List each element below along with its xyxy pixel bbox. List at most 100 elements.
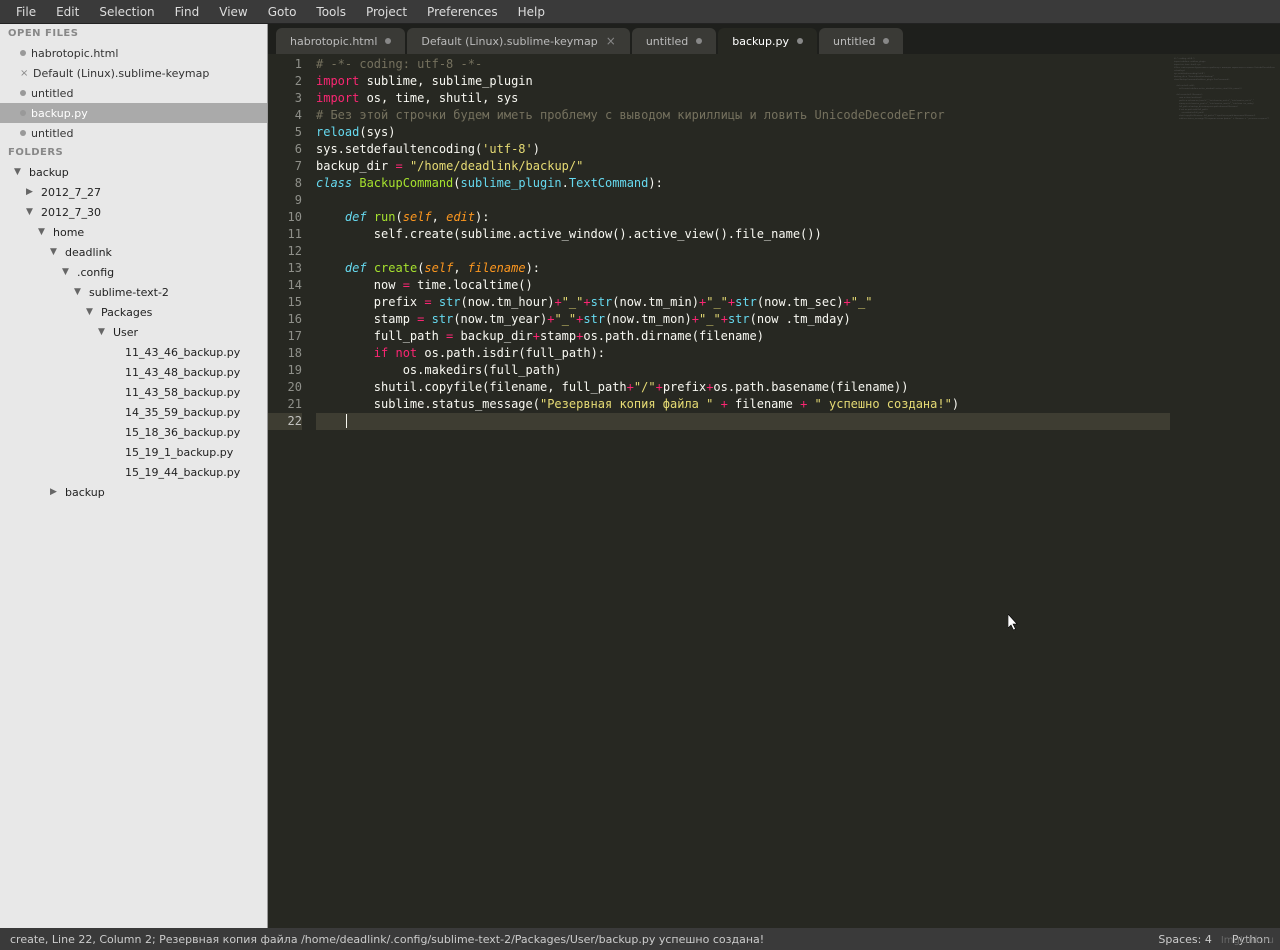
mouse-cursor-icon bbox=[1008, 614, 1020, 636]
menu-edit[interactable]: Edit bbox=[46, 2, 89, 22]
tab-label: backup.py bbox=[732, 35, 789, 48]
file-tree-item[interactable]: 15_19_44_backup.py bbox=[0, 462, 267, 482]
disclosure-icon[interactable]: ▼ bbox=[74, 287, 84, 297]
folder-item[interactable]: ▼ sublime-text-2 bbox=[0, 282, 267, 302]
folder-item[interactable]: ▶ 2012_7_27 bbox=[0, 182, 267, 202]
tab[interactable]: Default (Linux).sublime-keymap× bbox=[407, 28, 629, 54]
disclosure-icon[interactable]: ▼ bbox=[98, 327, 108, 337]
folder-item[interactable]: ▼backup bbox=[0, 162, 267, 182]
open-file-item[interactable]: untitled bbox=[0, 83, 267, 103]
menu-project[interactable]: Project bbox=[356, 2, 417, 22]
file-tree-item[interactable]: 11_43_48_backup.py bbox=[0, 362, 267, 382]
code-line[interactable]: if not os.path.isdir(full_path): bbox=[316, 345, 1170, 362]
close-icon[interactable]: × bbox=[606, 34, 616, 48]
code-line[interactable]: backup_dir = "/home/deadlink/backup/" bbox=[316, 158, 1170, 175]
folder-item[interactable]: ▼2012_7_30 bbox=[0, 202, 267, 222]
status-spaces[interactable]: Spaces: 4 bbox=[1158, 933, 1211, 946]
file-tree-item[interactable]: 15_19_1_backup.py bbox=[0, 442, 267, 462]
line-number: 10 bbox=[268, 209, 302, 226]
disclosure-icon[interactable]: ▼ bbox=[14, 167, 24, 177]
line-number: 20 bbox=[268, 379, 302, 396]
code-line[interactable] bbox=[316, 243, 1170, 260]
disclosure-icon[interactable]: ▼ bbox=[86, 307, 96, 317]
menu-preferences[interactable]: Preferences bbox=[417, 2, 508, 22]
disclosure-icon[interactable]: ▶ bbox=[26, 187, 36, 197]
code-line[interactable]: reload(sys) bbox=[316, 124, 1170, 141]
menu-selection[interactable]: Selection bbox=[89, 2, 164, 22]
tab[interactable]: habrotopic.html bbox=[276, 28, 405, 54]
dirty-dot-icon bbox=[883, 38, 889, 44]
dirty-dot-icon[interactable] bbox=[20, 90, 26, 96]
disclosure-icon[interactable]: ▶ bbox=[50, 487, 60, 497]
open-file-item[interactable]: untitled bbox=[0, 123, 267, 143]
tab[interactable]: untitled bbox=[819, 28, 903, 54]
tree-label: 11_43_48_backup.py bbox=[125, 366, 240, 379]
tab[interactable]: backup.py bbox=[718, 28, 817, 54]
close-icon[interactable]: × bbox=[20, 68, 28, 79]
menu-tools[interactable]: Tools bbox=[306, 2, 356, 22]
code-line[interactable] bbox=[316, 413, 1170, 430]
line-number: 9 bbox=[268, 192, 302, 209]
menu-help[interactable]: Help bbox=[508, 2, 555, 22]
sidebar: OPEN FILES habrotopic.html×Default (Linu… bbox=[0, 24, 268, 928]
code-line[interactable]: sys.setdefaultencoding('utf-8') bbox=[316, 141, 1170, 158]
folder-item[interactable]: ▼deadlink bbox=[0, 242, 267, 262]
line-number: 7 bbox=[268, 158, 302, 175]
dirty-dot-icon[interactable] bbox=[20, 130, 26, 136]
tree-label: sublime-text-2 bbox=[89, 286, 169, 299]
tree-label: 2012_7_27 bbox=[41, 186, 101, 199]
file-tree-item[interactable]: 11_43_58_backup.py bbox=[0, 382, 267, 402]
code-line[interactable]: import sublime, sublime_plugin bbox=[316, 73, 1170, 90]
file-label: backup.py bbox=[31, 107, 88, 120]
code-line[interactable]: # -*- coding: utf-8 -*- bbox=[316, 56, 1170, 73]
disclosure-icon[interactable]: ▼ bbox=[50, 247, 60, 257]
tree-label: backup bbox=[65, 486, 105, 499]
folder-item[interactable]: ▼Packages bbox=[0, 302, 267, 322]
code-line[interactable]: os.makedirs(full_path) bbox=[316, 362, 1170, 379]
tab-label: habrotopic.html bbox=[290, 35, 377, 48]
code-line[interactable] bbox=[316, 192, 1170, 209]
open-file-item[interactable]: ×Default (Linux).sublime-keymap bbox=[0, 63, 267, 83]
code-area[interactable]: # -*- coding: utf-8 -*-import sublime, s… bbox=[308, 54, 1170, 928]
line-number: 17 bbox=[268, 328, 302, 345]
line-number: 22 bbox=[268, 413, 302, 430]
code-line[interactable]: class BackupCommand(sublime_plugin.TextC… bbox=[316, 175, 1170, 192]
folder-item[interactable]: ▼User bbox=[0, 322, 267, 342]
line-number: 8 bbox=[268, 175, 302, 192]
open-file-item[interactable]: backup.py bbox=[0, 103, 267, 123]
menu-view[interactable]: View bbox=[209, 2, 257, 22]
disclosure-icon[interactable]: ▼ bbox=[26, 207, 36, 217]
folder-item[interactable]: ▶ backup bbox=[0, 482, 267, 502]
code-line[interactable]: now = time.localtime() bbox=[316, 277, 1170, 294]
line-number: 12 bbox=[268, 243, 302, 260]
code-line[interactable]: import os, time, shutil, sys bbox=[316, 90, 1170, 107]
dirty-dot-icon[interactable] bbox=[20, 50, 26, 56]
code-line[interactable]: self.create(sublime.active_window().acti… bbox=[316, 226, 1170, 243]
menu-goto[interactable]: Goto bbox=[258, 2, 307, 22]
line-number: 21 bbox=[268, 396, 302, 413]
tree-label: 11_43_46_backup.py bbox=[125, 346, 240, 359]
code-line[interactable]: shutil.copyfile(filename, full_path+"/"+… bbox=[316, 379, 1170, 396]
code-line[interactable]: sublime.status_message("Резервная копия … bbox=[316, 396, 1170, 413]
disclosure-icon[interactable]: ▼ bbox=[62, 267, 72, 277]
code-line[interactable]: stamp = str(now.tm_year)+"_"+str(now.tm_… bbox=[316, 311, 1170, 328]
folder-item[interactable]: ▼.config bbox=[0, 262, 267, 282]
minimap[interactable]: # -*- coding: utf-8 -*- import sublime, … bbox=[1170, 54, 1280, 928]
menu-find[interactable]: Find bbox=[165, 2, 210, 22]
file-tree-item[interactable]: 11_43_46_backup.py bbox=[0, 342, 267, 362]
file-tree-item[interactable]: 15_18_36_backup.py bbox=[0, 422, 267, 442]
status-left: create, Line 22, Column 2; Резервная коп… bbox=[10, 933, 764, 946]
code-line[interactable]: def run(self, edit): bbox=[316, 209, 1170, 226]
line-number: 2 bbox=[268, 73, 302, 90]
folder-item[interactable]: ▼home bbox=[0, 222, 267, 242]
tab[interactable]: untitled bbox=[632, 28, 716, 54]
dirty-dot-icon[interactable] bbox=[20, 110, 26, 116]
file-tree-item[interactable]: 14_35_59_backup.py bbox=[0, 402, 267, 422]
menu-file[interactable]: File bbox=[6, 2, 46, 22]
code-line[interactable]: # Без этой строчки будем иметь проблему … bbox=[316, 107, 1170, 124]
code-line[interactable]: full_path = backup_dir+stamp+os.path.dir… bbox=[316, 328, 1170, 345]
disclosure-icon[interactable]: ▼ bbox=[38, 227, 48, 237]
open-file-item[interactable]: habrotopic.html bbox=[0, 43, 267, 63]
code-line[interactable]: def create(self, filename): bbox=[316, 260, 1170, 277]
code-line[interactable]: prefix = str(now.tm_hour)+"_"+str(now.tm… bbox=[316, 294, 1170, 311]
